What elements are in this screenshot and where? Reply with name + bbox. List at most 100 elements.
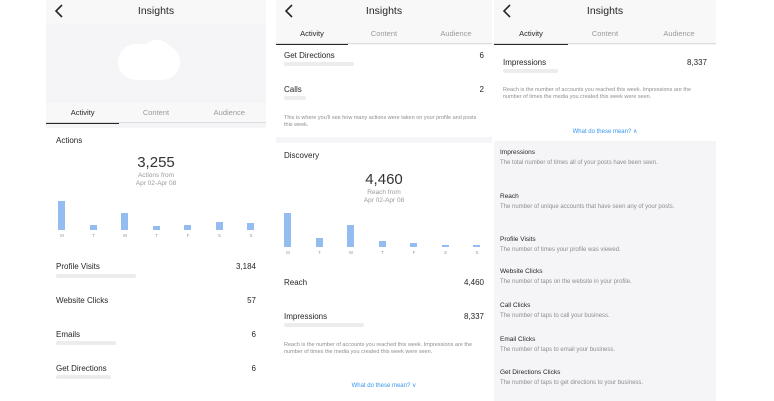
header: Insights bbox=[276, 0, 492, 24]
chart-bar-0 bbox=[58, 201, 65, 230]
definition-term: Website Clicks bbox=[500, 268, 543, 275]
chart-bar-1 bbox=[315, 238, 323, 247]
chart-bar-3 bbox=[152, 226, 160, 230]
definition-description: The number of taps to get directions to … bbox=[500, 380, 644, 386]
chart-day-label: T bbox=[381, 250, 384, 255]
discovery-total: 4,460 bbox=[365, 171, 403, 188]
tab-audience[interactable]: Audience bbox=[642, 24, 716, 44]
row-value-profile-visits: 3,184 bbox=[235, 262, 256, 271]
row-label-impressions: Impressions bbox=[503, 58, 547, 67]
header: Insights bbox=[46, 0, 266, 24]
discovery-footnote: Reach is the number of accounts you reac… bbox=[284, 342, 473, 355]
actions-bar-chart: MTWTFSS bbox=[58, 201, 258, 238]
tab-audience[interactable]: Audience bbox=[193, 103, 266, 123]
tab-activity[interactable]: Activity bbox=[276, 24, 348, 45]
chart-day-label: M bbox=[60, 233, 64, 238]
row-value-reach: 4,460 bbox=[463, 278, 484, 287]
tab-bar: Activity Content Audience bbox=[46, 103, 266, 124]
row-label-calls: Calls bbox=[284, 85, 302, 94]
what-do-these-mean-link[interactable]: What do these mean? ∧ bbox=[494, 128, 716, 135]
insights-panel-activity-discovery: Insights Activity Content Audience Get D… bbox=[276, 0, 492, 401]
actions-card-continued: Get Directions 6 Calls 2 This is where y… bbox=[276, 45, 492, 137]
row-label-get-directions: Get Directions bbox=[284, 51, 335, 60]
row-value-get-directions: 6 bbox=[251, 364, 256, 373]
page-title: Insights bbox=[586, 5, 624, 17]
chart-bar-2 bbox=[347, 225, 354, 247]
chart-day-label: F bbox=[186, 233, 190, 238]
row-value-get-directions: 6 bbox=[479, 51, 484, 60]
actions-note: This is where you'll see how many action… bbox=[284, 115, 477, 128]
definition-description: The total number of times all of your po… bbox=[500, 160, 658, 166]
definition-term: Reach bbox=[500, 193, 519, 200]
definition-term: Profile Visits bbox=[500, 236, 536, 243]
tab-activity[interactable]: Activity bbox=[46, 103, 120, 124]
header: Insights bbox=[494, 0, 716, 24]
chart-bar-4 bbox=[184, 225, 191, 230]
row-label-impressions: Impressions bbox=[284, 312, 328, 321]
row-label-website-clicks: Website Clicks bbox=[56, 296, 109, 305]
discovery-card: Discovery 4,460 Reach from Apr 02-Apr 08… bbox=[276, 143, 492, 401]
actions-caption: Actions from bbox=[137, 172, 175, 179]
chart-day-label: S bbox=[475, 250, 479, 255]
discovery-bar-chart: MTWTFSS bbox=[284, 213, 484, 255]
tab-content[interactable]: Content bbox=[348, 24, 420, 44]
impressions-footnote: Reach is the number of accounts you reac… bbox=[503, 87, 692, 100]
definition-description: The number of times your profile was vie… bbox=[500, 247, 621, 253]
actions-heading: Actions bbox=[56, 136, 83, 145]
page-title: Insights bbox=[137, 5, 175, 17]
blurred-text bbox=[284, 96, 306, 100]
definition-term: Call Clicks bbox=[500, 302, 531, 309]
chart-day-label: S bbox=[443, 250, 447, 255]
chart-bar-5 bbox=[441, 245, 449, 247]
discovery-heading: Discovery bbox=[284, 151, 320, 160]
definition-term: Get Directions Clicks bbox=[500, 369, 561, 376]
page-title: Insights bbox=[365, 5, 403, 17]
chart-bar-4 bbox=[410, 243, 417, 247]
definitions-list: Impressions The total number of times all… bbox=[494, 141, 716, 401]
blurred-text bbox=[503, 69, 558, 73]
what-do-these-mean-link[interactable]: What do these mean? ∨ bbox=[276, 382, 492, 389]
profile-photo-head bbox=[144, 40, 170, 58]
actions-total: 3,255 bbox=[137, 154, 175, 171]
chart-bar-0 bbox=[284, 213, 291, 247]
definition-description: The number of taps to email your busines… bbox=[500, 347, 616, 353]
row-label-get-directions: Get Directions bbox=[56, 364, 107, 373]
row-value-website-clicks: 57 bbox=[247, 296, 256, 305]
chart-bar-5 bbox=[215, 222, 223, 230]
chart-day-label: W bbox=[348, 250, 354, 255]
discovery-date-range: Apr 02-Apr 08 bbox=[363, 197, 405, 204]
chart-bar-6 bbox=[247, 223, 254, 230]
definition-description: The number of unique accounts that have … bbox=[500, 204, 675, 210]
row-label-emails: Emails bbox=[56, 330, 81, 339]
row-label-reach: Reach bbox=[284, 278, 308, 287]
chart-bar-6 bbox=[473, 245, 480, 247]
row-value-calls: 2 bbox=[479, 85, 484, 94]
chart-bar-3 bbox=[378, 241, 386, 247]
definition-term: Email Clicks bbox=[500, 336, 536, 343]
tab-content[interactable]: Content bbox=[119, 103, 192, 123]
actions-date-range: Apr 02-Apr 08 bbox=[135, 180, 177, 187]
tab-bar: Activity Content Audience bbox=[494, 24, 716, 45]
insights-panel-definitions: Insights Activity Content Audience Impre… bbox=[494, 0, 716, 401]
row-value-impressions: 8,337 bbox=[686, 58, 707, 67]
blurred-text bbox=[56, 341, 116, 345]
chart-day-label: T bbox=[92, 233, 95, 238]
insights-panel-activity-actions: Insights Activity Content Audience Actio… bbox=[46, 0, 266, 401]
definition-term: Impressions bbox=[500, 149, 536, 156]
tab-audience[interactable]: Audience bbox=[420, 24, 492, 44]
chart-day-label: W bbox=[122, 233, 128, 238]
tab-bar: Activity Content Audience bbox=[276, 24, 492, 45]
chart-bar-2 bbox=[121, 213, 128, 230]
chart-day-label: S bbox=[217, 233, 221, 238]
chart-bar-1 bbox=[89, 225, 97, 230]
row-value-emails: 6 bbox=[251, 330, 256, 339]
blurred-text bbox=[56, 375, 111, 379]
chart-day-label: F bbox=[412, 250, 416, 255]
chart-day-label: T bbox=[318, 250, 321, 255]
row-label-profile-visits: Profile Visits bbox=[56, 262, 100, 271]
chart-day-label: S bbox=[249, 233, 253, 238]
definition-description: The number of taps to call your business… bbox=[500, 313, 610, 319]
row-value-impressions: 8,337 bbox=[463, 312, 484, 321]
tab-activity[interactable]: Activity bbox=[494, 24, 568, 45]
tab-content[interactable]: Content bbox=[568, 24, 642, 44]
